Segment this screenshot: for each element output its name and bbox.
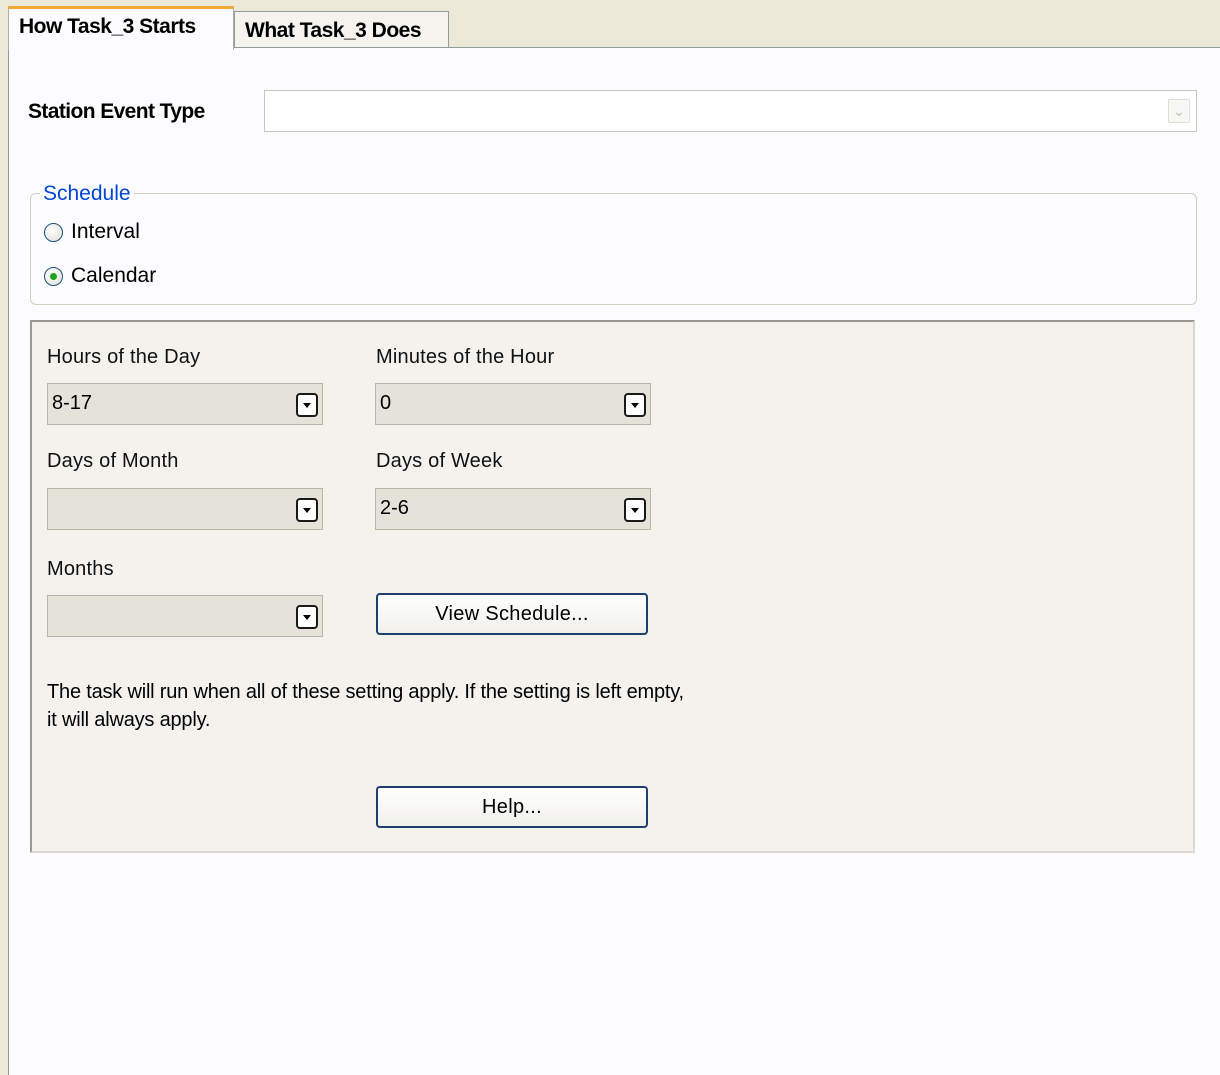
calendar-radio-option[interactable]: Calendar (44, 264, 156, 288)
minutes-of-hour-dropdown[interactable]: 0 (375, 383, 651, 425)
days-of-week-label: Days of Week (376, 450, 503, 472)
chevron-down-icon[interactable] (624, 393, 646, 417)
chevron-down-icon[interactable] (296, 605, 318, 629)
days-of-month-label: Days of Month (47, 450, 179, 472)
chevron-down-icon[interactable] (296, 498, 318, 522)
chevron-down-icon[interactable] (624, 498, 646, 522)
tab-bar: How Task_3 Starts What Task_3 Does (8, 6, 1220, 50)
calendar-label: Calendar (71, 264, 157, 287)
interval-radio[interactable] (44, 222, 63, 242)
view-schedule-button[interactable]: View Schedule... (376, 593, 648, 635)
interval-label: Interval (71, 220, 140, 243)
hours-of-day-value: 8-17 (52, 392, 93, 414)
chevron-down-icon[interactable] (296, 393, 318, 417)
station-event-type-label: Station Event Type (28, 100, 205, 123)
days-of-week-dropdown[interactable]: 2-6 (375, 488, 651, 530)
minutes-of-hour-label: Minutes of the Hour (376, 346, 555, 368)
schedule-legend: Schedule (40, 182, 134, 206)
chevron-down-icon[interactable]: ⌄ (1168, 99, 1190, 123)
interval-radio-option[interactable]: Interval (44, 220, 140, 244)
schedule-note: The task will run when all of these sett… (47, 681, 684, 731)
calendar-radio[interactable] (44, 266, 63, 286)
schedule-group (30, 193, 1197, 305)
months-label: Months (47, 558, 114, 580)
hours-of-day-dropdown[interactable]: 8-17 (47, 383, 323, 425)
tab-what-task-does[interactable]: What Task_3 Does (234, 11, 449, 48)
minutes-of-hour-value: 0 (380, 392, 392, 414)
days-of-week-value: 2-6 (380, 497, 409, 519)
station-event-type-dropdown[interactable]: ⌄ (264, 90, 1197, 132)
months-dropdown[interactable] (47, 595, 323, 637)
hours-of-day-label: Hours of the Day (47, 346, 201, 368)
tab-how-task-starts[interactable]: How Task_3 Starts (8, 6, 234, 50)
days-of-month-dropdown[interactable] (47, 488, 323, 530)
help-button[interactable]: Help... (376, 786, 648, 828)
